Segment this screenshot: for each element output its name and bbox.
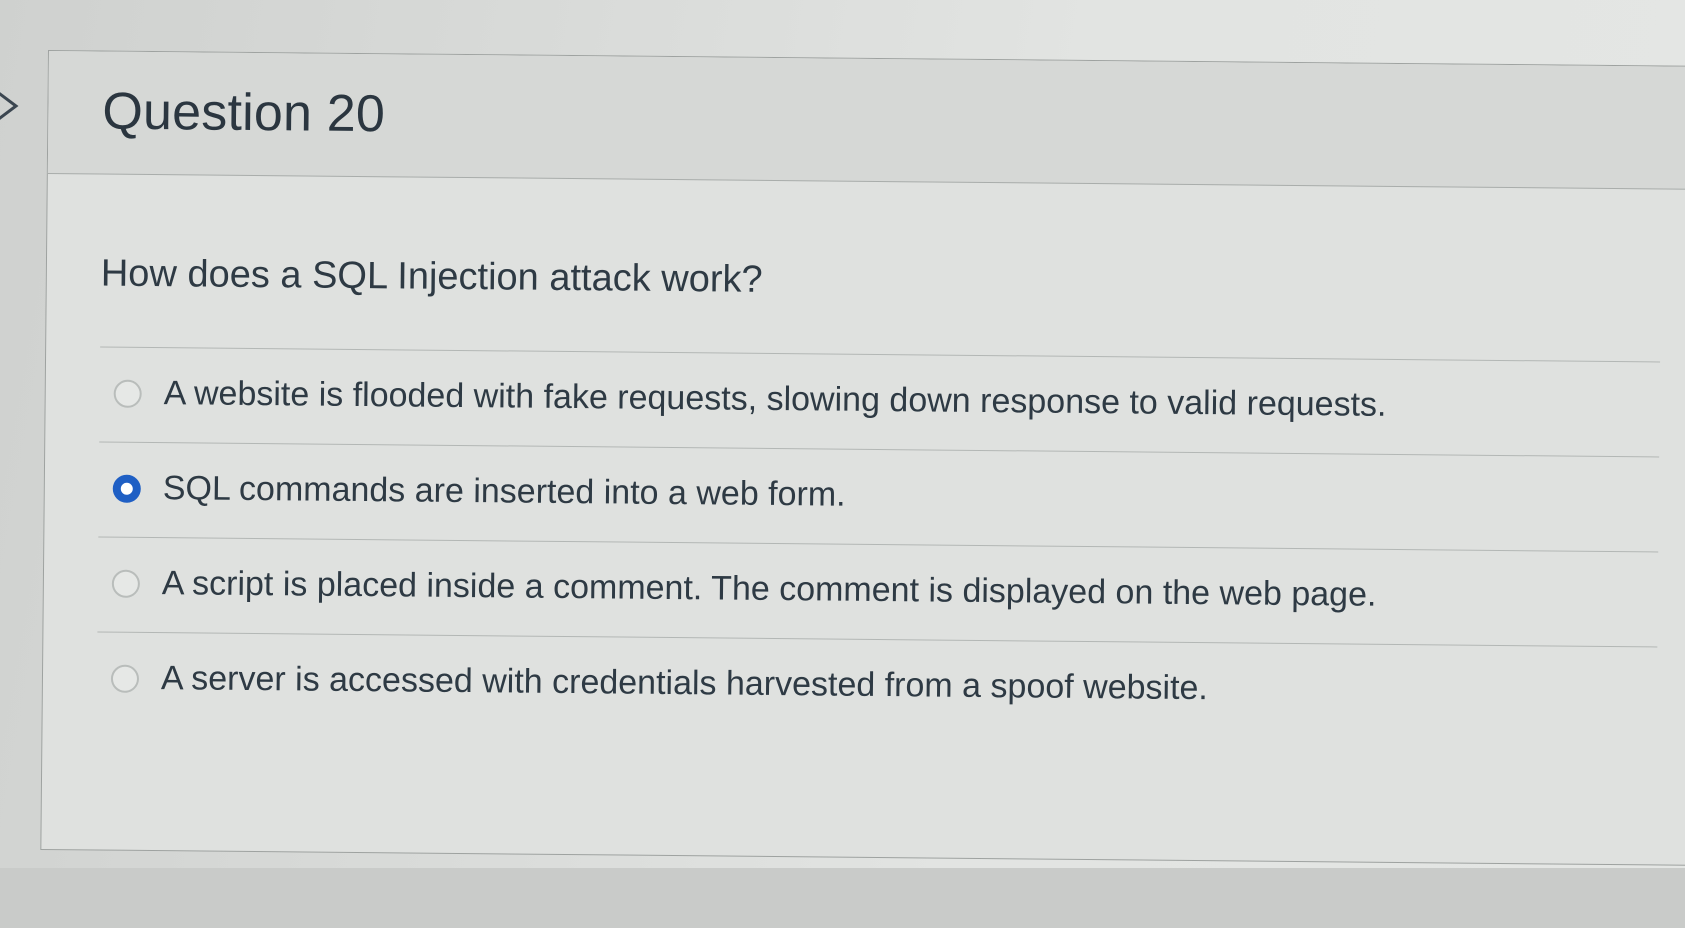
answer-option[interactable]: A website is flooded with fake requests,… <box>99 346 1661 457</box>
answer-label[interactable]: SQL commands are inserted into a web for… <box>163 469 846 515</box>
answer-label[interactable]: A website is flooded with fake requests,… <box>164 374 1387 425</box>
answer-list: A website is flooded with fake requests,… <box>96 346 1661 742</box>
page-footer-area <box>0 868 1685 928</box>
answer-option[interactable]: A script is placed inside a comment. The… <box>97 536 1659 647</box>
radio-button[interactable] <box>111 569 141 598</box>
chevron-right-icon[interactable] <box>0 84 20 128</box>
radio-button[interactable] <box>110 664 140 693</box>
question-text: How does a SQL Injection attack work? <box>100 252 763 301</box>
question-header: Question 20 <box>47 51 1685 190</box>
answer-label[interactable]: A script is placed inside a comment. The… <box>162 564 1377 615</box>
answer-option[interactable]: SQL commands are inserted into a web for… <box>98 441 1660 552</box>
question-title: Question 20 <box>102 82 386 144</box>
question-body: How does a SQL Injection attack work? A … <box>41 174 1685 866</box>
radio-button-selected[interactable] <box>112 474 141 503</box>
question-card: Question 20 How does a SQL Injection att… <box>40 50 1685 866</box>
answer-option[interactable]: A server is accessed with credentials ha… <box>96 631 1658 742</box>
radio-button[interactable] <box>113 379 142 408</box>
answer-label[interactable]: A server is accessed with credentials ha… <box>161 659 1208 708</box>
